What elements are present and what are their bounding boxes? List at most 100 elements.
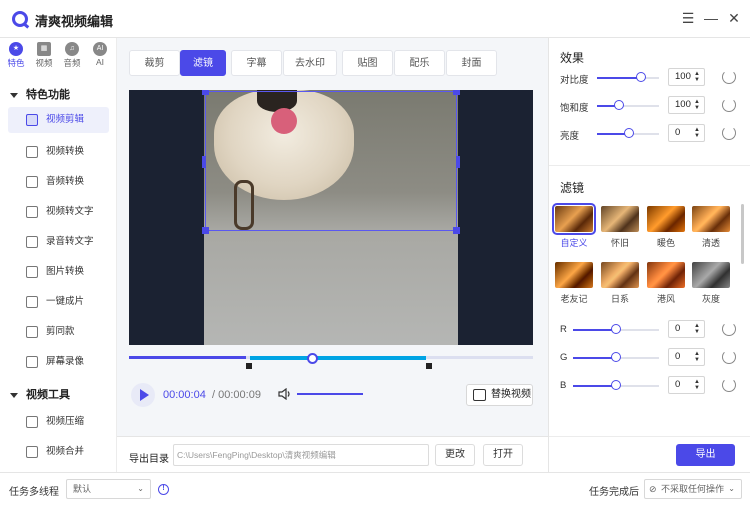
saturation-value: 100: [675, 99, 691, 110]
minimize-icon[interactable]: —: [703, 10, 719, 26]
right-panel-scrollbar[interactable]: [741, 204, 744, 264]
sidebar-item-audio-convert[interactable]: 音频转换: [8, 169, 109, 195]
contrast-reset-icon[interactable]: [722, 70, 736, 84]
close-icon[interactable]: ✕: [726, 10, 742, 26]
blue-input[interactable]: 0 ▲ ▼: [668, 376, 705, 394]
sidebar-item-video-edit[interactable]: 视频剪辑: [8, 107, 109, 133]
export-button[interactable]: 导出: [676, 444, 735, 466]
sidebar-item-video-convert[interactable]: 视频转换: [8, 139, 109, 165]
microphone-icon: [26, 176, 38, 188]
spinner-arrows-icon[interactable]: ▲ ▼: [694, 323, 700, 335]
category-tab-ai[interactable]: AI AI: [89, 42, 111, 67]
tab-sticker[interactable]: 贴图: [342, 50, 393, 76]
resize-handle[interactable]: [453, 227, 460, 234]
threads-label: 任务多线程: [9, 487, 59, 498]
tab-cover[interactable]: 封面: [446, 50, 497, 76]
chevron-down-icon: ⌄: [728, 484, 735, 493]
red-slider-knob[interactable]: [611, 324, 621, 334]
spinner-arrows-icon[interactable]: ▲ ▼: [694, 379, 700, 391]
blue-reset-icon[interactable]: [722, 378, 736, 392]
saturation-reset-icon[interactable]: [722, 98, 736, 112]
tab-subtitle[interactable]: 字幕: [231, 50, 282, 76]
red-input[interactable]: 0 ▲ ▼: [668, 320, 705, 338]
filter-thumb-warm[interactable]: [647, 206, 685, 232]
section-video-tools[interactable]: 视频工具: [10, 386, 70, 402]
green-slider-fill: [573, 357, 616, 359]
filter-thumb-hongkong[interactable]: [647, 262, 685, 288]
red-value: 0: [675, 323, 681, 334]
green-input[interactable]: 0 ▲ ▼: [668, 348, 705, 366]
brightness-reset-icon[interactable]: [722, 126, 736, 140]
green-reset-icon[interactable]: [722, 350, 736, 364]
compress-icon: [26, 416, 38, 428]
filter-thumb-clear[interactable]: [692, 206, 730, 232]
sidebar-item-one-click[interactable]: 一键成片: [8, 289, 109, 315]
video-edit-icon: [26, 114, 38, 126]
resize-handle[interactable]: [202, 90, 209, 95]
change-directory-button[interactable]: 更改: [435, 444, 475, 466]
sidebar-item-video-merge[interactable]: 视频合并: [8, 439, 109, 465]
brightness-input[interactable]: 0 ▲ ▼: [668, 124, 705, 142]
filter-label-warm: 暖色: [656, 238, 675, 248]
blue-value: 0: [675, 379, 681, 390]
sidebar-item-video-to-text[interactable]: 视频转文字: [8, 199, 109, 225]
section-featured-functions[interactable]: 特色功能: [10, 86, 70, 102]
after-complete-select[interactable]: ⊘ 不采取任何操作 ⌄: [644, 479, 742, 499]
output-path-field[interactable]: C:\Users\FengPing\Desktop\清爽视频编辑: [173, 444, 429, 466]
brightness-slider-knob[interactable]: [624, 128, 634, 138]
filter-thumb-friends[interactable]: [555, 262, 593, 288]
filter-thumb-grayscale[interactable]: [692, 262, 730, 288]
filter-thumb-custom[interactable]: [552, 203, 596, 235]
screen-record-icon: [26, 356, 38, 368]
spinner-arrows-icon[interactable]: ▲ ▼: [694, 351, 700, 363]
timeline-end-marker[interactable]: [426, 363, 432, 369]
tab-filter[interactable]: 滤镜: [180, 50, 226, 76]
menu-icon[interactable]: ☰: [680, 10, 696, 26]
replace-video-icon: [473, 389, 486, 401]
sidebar-item-audio-to-text[interactable]: 录音转文字: [8, 229, 109, 255]
resize-handle[interactable]: [202, 227, 209, 234]
play-button[interactable]: [131, 383, 155, 407]
video-convert-icon: [26, 146, 38, 158]
sidebar-item-template[interactable]: 剪同款: [8, 319, 109, 345]
green-slider-knob[interactable]: [611, 352, 621, 362]
blue-slider-knob[interactable]: [611, 380, 621, 390]
one-click-film-icon: [26, 296, 38, 308]
sidebar-item-image-convert[interactable]: 图片转换: [8, 259, 109, 285]
sidebar-item-screen-record[interactable]: 屏幕录像: [8, 349, 109, 375]
tab-crop[interactable]: 裁剪: [129, 50, 180, 76]
volume-icon[interactable]: [278, 388, 292, 400]
filter-thumb-japanese[interactable]: [601, 262, 639, 288]
resize-handle[interactable]: [456, 156, 460, 168]
filter-thumb-nostalgia[interactable]: [601, 206, 639, 232]
selection-box[interactable]: [202, 90, 460, 234]
tab-remove-watermark[interactable]: 去水印: [283, 50, 337, 76]
resize-handle[interactable]: [202, 156, 206, 168]
film-icon: ▦: [37, 42, 51, 56]
red-reset-icon[interactable]: [722, 322, 736, 336]
info-icon[interactable]: !: [158, 484, 169, 495]
category-tab-audio[interactable]: ♫ 音频: [61, 42, 83, 69]
replace-video-button[interactable]: 替换视频: [466, 384, 533, 406]
contrast-input[interactable]: 100 ▲ ▼: [668, 68, 705, 86]
threads-select[interactable]: 默认 ⌄: [66, 479, 151, 499]
spinner-arrows-icon[interactable]: ▲ ▼: [694, 99, 700, 111]
tab-music[interactable]: 配乐: [394, 50, 445, 76]
spinner-arrows-icon[interactable]: ▲ ▼: [694, 127, 700, 139]
timeline-start-marker[interactable]: [246, 363, 252, 369]
spinner-arrows-icon[interactable]: ▲ ▼: [694, 71, 700, 83]
red-label: R: [560, 324, 567, 335]
saturation-slider-knob[interactable]: [614, 100, 624, 110]
timeline-range[interactable]: [250, 356, 426, 360]
resize-handle[interactable]: [453, 90, 460, 95]
open-directory-button[interactable]: 打开: [483, 444, 523, 466]
category-tab-featured[interactable]: ★ 特色: [5, 42, 27, 69]
video-preview[interactable]: [129, 90, 533, 345]
star-icon: ★: [9, 42, 23, 56]
saturation-input[interactable]: 100 ▲ ▼: [668, 96, 705, 114]
timeline-playhead[interactable]: [307, 353, 318, 364]
volume-slider[interactable]: [297, 393, 363, 395]
sidebar-item-video-compress[interactable]: 视频压缩: [8, 409, 109, 435]
category-tab-video[interactable]: ▦ 视频: [33, 42, 55, 69]
contrast-slider-knob[interactable]: [636, 72, 646, 82]
